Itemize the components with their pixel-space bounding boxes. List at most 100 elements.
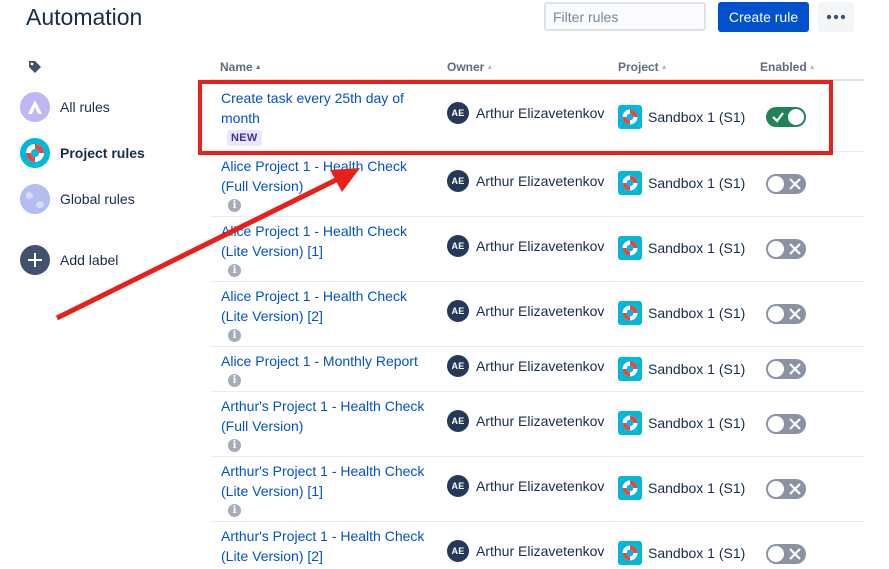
column-header-owner[interactable]: Owner ▲	[447, 60, 493, 74]
project-name: Sandbox 1 (S1)	[648, 175, 746, 191]
project-cell: Sandbox 1 (S1)	[618, 541, 745, 565]
close-icon	[789, 178, 801, 190]
project-name: Sandbox 1 (S1)	[648, 361, 746, 377]
rule-name-link[interactable]: Arthur's Project 1 - Health Check (Lite …	[221, 526, 431, 566]
add-label-button[interactable]: Add label	[20, 245, 118, 275]
sidebar-item-all-rules[interactable]: All rules	[20, 92, 110, 122]
owner-name: Arthur Elizavetenkov	[476, 413, 605, 429]
owner-cell: AE Arthur Elizavetenkov	[447, 300, 604, 322]
enabled-toggle[interactable]	[766, 479, 806, 499]
column-header-project[interactable]: Project ▲	[618, 60, 668, 74]
globe-icon	[20, 184, 50, 214]
lifebuoy-icon	[618, 236, 642, 260]
info-icon[interactable]: i	[228, 329, 241, 342]
owner-name: Arthur Elizavetenkov	[476, 303, 605, 319]
more-horizontal-icon	[826, 14, 846, 20]
avatar: AE	[447, 235, 469, 257]
owner-name: Arthur Elizavetenkov	[476, 238, 605, 254]
page-title: Automation	[26, 4, 143, 30]
close-icon	[789, 483, 801, 495]
column-header-name[interactable]: Name ▲	[220, 60, 262, 74]
close-icon	[789, 548, 801, 560]
lifebuoy-icon	[618, 301, 642, 325]
plus-icon	[20, 245, 50, 275]
owner-cell: AE Arthur Elizavetenkov	[447, 475, 604, 497]
rule-name-link[interactable]: Alice Project 1 - Health Check (Full Ver…	[221, 156, 431, 196]
avatar: AE	[447, 170, 469, 192]
sidebar-item-label: Global rules	[60, 191, 135, 207]
project-cell: Sandbox 1 (S1)	[618, 411, 745, 435]
lifebuoy-icon	[618, 541, 642, 565]
enabled-toggle[interactable]	[766, 414, 806, 434]
project-name: Sandbox 1 (S1)	[648, 545, 746, 561]
lifebuoy-icon	[618, 171, 642, 195]
rule-name-link[interactable]: Alice Project 1 - Health Check (Lite Ver…	[221, 221, 431, 261]
sidebar-item-label: Add label	[60, 252, 119, 268]
project-name: Sandbox 1 (S1)	[648, 240, 746, 256]
avatar: AE	[447, 540, 469, 562]
owner-name: Arthur Elizavetenkov	[476, 543, 605, 559]
owner-name: Arthur Elizavetenkov	[476, 478, 605, 494]
info-icon[interactable]: i	[228, 439, 241, 452]
close-icon	[789, 308, 801, 320]
mountain-logo-icon	[20, 92, 50, 122]
avatar: AE	[447, 410, 469, 432]
enabled-toggle[interactable]	[766, 304, 806, 324]
project-cell: Sandbox 1 (S1)	[618, 476, 745, 500]
tag-icon	[29, 61, 41, 73]
owner-cell: AE Arthur Elizavetenkov	[447, 235, 604, 257]
rule-name-link[interactable]: Alice Project 1 - Monthly Report	[221, 351, 431, 371]
create-rule-button[interactable]: Create rule	[718, 2, 809, 32]
owner-cell: AE Arthur Elizavetenkov	[447, 540, 604, 562]
enabled-toggle[interactable]	[766, 359, 806, 379]
sort-icon: ▲	[660, 64, 668, 71]
info-icon[interactable]: i	[228, 504, 241, 517]
close-icon	[789, 418, 801, 430]
enabled-toggle[interactable]	[766, 239, 806, 259]
sidebar-item-global-rules[interactable]: Global rules	[20, 184, 135, 214]
highlight-box	[198, 80, 833, 155]
info-icon[interactable]: i	[228, 264, 241, 277]
toggle-knob	[768, 241, 784, 257]
column-header-enabled[interactable]: Enabled ▲	[760, 60, 816, 74]
sort-icon: ▲	[486, 64, 494, 71]
owner-cell: AE Arthur Elizavetenkov	[447, 170, 604, 192]
info-icon[interactable]: i	[228, 199, 241, 212]
rule-name-link[interactable]: Arthur's Project 1 - Health Check (Full …	[221, 396, 431, 436]
toggle-knob	[768, 546, 784, 562]
project-cell: Sandbox 1 (S1)	[618, 357, 745, 381]
owner-name: Arthur Elizavetenkov	[476, 173, 605, 189]
table-row: Alice Project 1 - Monthly Report i AE Ar…	[210, 347, 864, 391]
enabled-toggle[interactable]	[766, 544, 806, 564]
rule-name-link[interactable]: Alice Project 1 - Health Check (Lite Ver…	[221, 286, 431, 326]
project-name: Sandbox 1 (S1)	[648, 305, 746, 321]
toggle-knob	[768, 361, 784, 377]
avatar: AE	[447, 475, 469, 497]
owner-cell: AE Arthur Elizavetenkov	[447, 355, 604, 377]
table-row: Alice Project 1 - Health Check (Lite Ver…	[210, 282, 864, 346]
project-cell: Sandbox 1 (S1)	[618, 301, 745, 325]
table-row: Alice Project 1 - Health Check (Full Ver…	[210, 152, 864, 216]
project-cell: Sandbox 1 (S1)	[618, 236, 745, 260]
project-cell: Sandbox 1 (S1)	[618, 171, 745, 195]
owner-cell: AE Arthur Elizavetenkov	[447, 410, 604, 432]
enabled-toggle[interactable]	[766, 174, 806, 194]
lifebuoy-icon	[618, 411, 642, 435]
toggle-knob	[768, 481, 784, 497]
sidebar-item-label: Project rules	[60, 145, 145, 161]
lifebuoy-icon	[618, 357, 642, 381]
rule-name-link[interactable]: Arthur's Project 1 - Health Check (Lite …	[221, 461, 431, 501]
lifebuoy-icon	[20, 138, 50, 168]
owner-name: Arthur Elizavetenkov	[476, 358, 605, 374]
toggle-knob	[768, 176, 784, 192]
filter-rules-input[interactable]	[544, 2, 706, 31]
avatar: AE	[447, 300, 469, 322]
toggle-knob	[768, 416, 784, 432]
sort-icon: ▲	[808, 64, 816, 71]
more-options-button[interactable]	[818, 2, 854, 32]
close-icon	[789, 363, 801, 375]
project-name: Sandbox 1 (S1)	[648, 415, 746, 431]
sidebar-item-project-rules[interactable]: Project rules	[20, 138, 145, 168]
project-name: Sandbox 1 (S1)	[648, 480, 746, 496]
info-icon[interactable]: i	[228, 374, 241, 387]
